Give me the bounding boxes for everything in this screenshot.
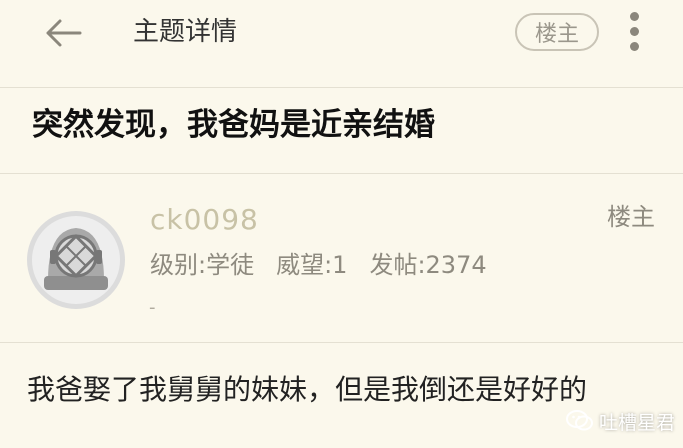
owner-only-button[interactable]: 楼主 [515, 13, 599, 51]
divider [0, 342, 683, 343]
user-avatar[interactable] [26, 210, 126, 310]
wechat-icon [566, 410, 593, 431]
user-signature: - [149, 297, 156, 318]
divider [0, 173, 683, 174]
more-vertical-icon-dot [630, 27, 639, 36]
top-bar: 主题详情 楼主 [0, 0, 683, 88]
watermark: 吐槽星君 [566, 406, 675, 436]
user-prestige: 威望:1 [276, 251, 348, 279]
more-menu-button[interactable] [624, 12, 646, 52]
diving-helmet-avatar [27, 211, 125, 309]
arrow-left-icon [46, 19, 82, 47]
page-title: 主题详情 [133, 17, 238, 47]
username-link[interactable]: ck0098 [150, 201, 259, 239]
more-vertical-icon [630, 12, 639, 21]
back-button[interactable] [38, 17, 90, 49]
user-level: 级别:学徒 [150, 251, 255, 279]
post-content: 我爸娶了我舅舅的妹妹，但是我倒还是好好的 [27, 373, 588, 406]
floor-tag: 楼主 [607, 203, 655, 231]
user-meta: 级别:学徒 威望:1 发帖:2374 [150, 249, 487, 281]
user-post-count: 发帖:2374 [369, 251, 487, 279]
thread-title: 突然发现，我爸妈是近亲结婚 [32, 107, 435, 143]
more-vertical-icon-dot [630, 42, 639, 51]
watermark-text: 吐槽星君 [599, 411, 676, 434]
